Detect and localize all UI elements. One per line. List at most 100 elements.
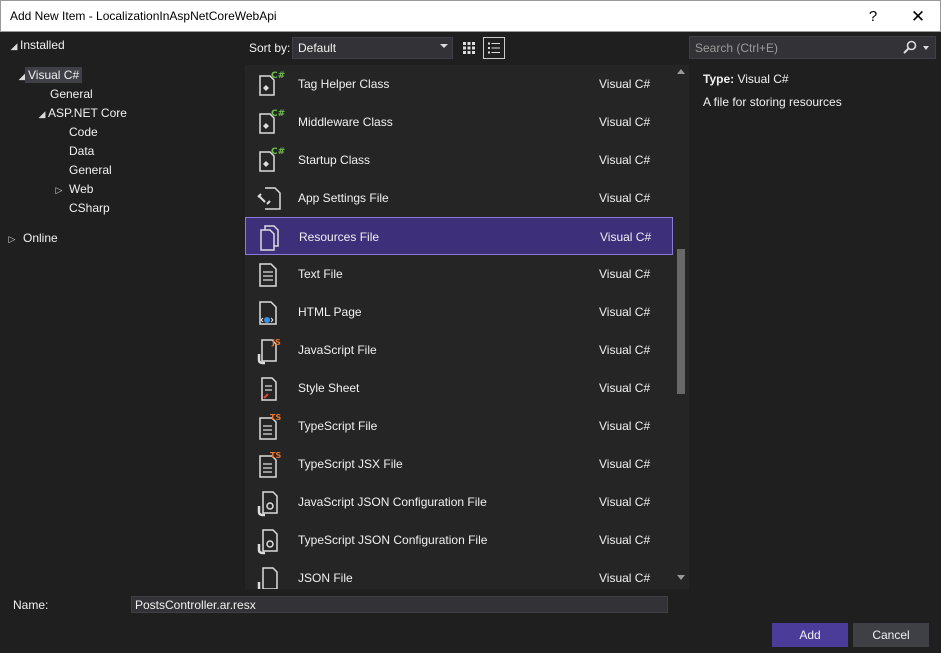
- item-language: Visual C#: [599, 381, 651, 395]
- item-language: Visual C#: [599, 77, 651, 91]
- item-name: Text File: [298, 267, 343, 281]
- item-language: Visual C#: [599, 305, 651, 319]
- chevron-down-icon: [440, 44, 448, 48]
- tree-item-code[interactable]: Code: [69, 123, 98, 142]
- search-input[interactable]: Search (Ctrl+E): [689, 36, 936, 59]
- grid-view-icon: [463, 42, 475, 54]
- item-name: HTML Page: [298, 305, 362, 319]
- list-scrollbar[interactable]: [673, 65, 689, 589]
- item-language: Visual C#: [599, 267, 651, 281]
- sort-by-value: Default: [298, 41, 337, 55]
- scroll-down-arrow-icon[interactable]: [677, 575, 685, 580]
- item-name: Resources File: [299, 230, 380, 244]
- search-options-chevron-icon[interactable]: [923, 46, 929, 50]
- list-item[interactable]: JSON File Visual C#: [245, 559, 673, 589]
- item-language: Visual C#: [599, 343, 651, 357]
- cancel-button[interactable]: Cancel: [853, 623, 929, 647]
- list-view-button[interactable]: [483, 37, 505, 59]
- item-name: App Settings File: [298, 191, 389, 205]
- item-name: Startup Class: [298, 153, 371, 167]
- expanded-arrow-icon: ◢: [10, 41, 18, 51]
- item-language: Visual C#: [599, 495, 651, 509]
- help-button[interactable]: ?: [850, 1, 896, 32]
- list-item[interactable]: C# Startup Class Visual C#: [245, 141, 673, 179]
- item-name: Tag Helper Class: [298, 77, 390, 91]
- name-input[interactable]: PostsController.ar.resx: [131, 596, 668, 613]
- list-item[interactable]: Text File Visual C#: [245, 255, 673, 293]
- item-language: Visual C#: [600, 230, 652, 244]
- item-language: Visual C#: [599, 191, 651, 205]
- scrollbar-thumb[interactable]: [677, 249, 685, 394]
- stylesheet-icon: [255, 372, 285, 404]
- json-file-icon: [255, 562, 285, 589]
- html-file-icon: [255, 296, 285, 328]
- json-config-icon: [255, 524, 285, 556]
- scroll-up-arrow-icon[interactable]: [677, 69, 685, 74]
- csharp-class-icon: C#: [255, 68, 285, 100]
- list-item[interactable]: JS JavaScript File Visual C#: [245, 331, 673, 369]
- item-name: TypeScript JSX File: [298, 457, 403, 471]
- text-file-icon: [255, 258, 285, 290]
- tree-item-general[interactable]: General: [50, 85, 93, 104]
- template-list: C# Tag Helper Class Visual C# C# Middlew…: [245, 65, 689, 589]
- csharp-class-icon: C#: [255, 106, 285, 138]
- list-item[interactable]: Style Sheet Visual C#: [245, 369, 673, 407]
- collapsed-arrow-icon: ▷: [55, 185, 63, 195]
- close-button[interactable]: ✕: [895, 1, 941, 32]
- typescript-file-icon: TS: [255, 410, 285, 442]
- list-item[interactable]: TypeScript JSON Configuration File Visua…: [245, 521, 673, 559]
- svg-text:JS: JS: [271, 338, 281, 347]
- item-language: Visual C#: [599, 419, 651, 433]
- window-title: Add New Item - LocalizationInAspNetCoreW…: [10, 9, 277, 23]
- item-name: JSON File: [298, 571, 353, 585]
- list-item[interactable]: JavaScript JSON Configuration File Visua…: [245, 483, 673, 521]
- type-label: Type:: [703, 72, 735, 86]
- tree-item-general-sub[interactable]: General: [69, 161, 112, 180]
- settings-file-icon: [255, 182, 285, 214]
- tree-item-online[interactable]: ▷ Online: [6, 229, 58, 248]
- list-item[interactable]: C# Tag Helper Class Visual C#: [245, 65, 673, 103]
- type-row: Type: Visual C#: [703, 72, 842, 86]
- list-item[interactable]: App Settings File Visual C#: [245, 179, 673, 217]
- sort-by-dropdown[interactable]: Default: [292, 37, 453, 59]
- add-button[interactable]: Add: [772, 623, 848, 647]
- search-placeholder: Search (Ctrl+E): [695, 41, 779, 55]
- svg-text:TS: TS: [270, 451, 281, 460]
- list-item[interactable]: HTML Page Visual C#: [245, 293, 673, 331]
- grid-view-button[interactable]: [458, 37, 480, 59]
- item-name: TypeScript File: [298, 419, 378, 433]
- item-name: Style Sheet: [298, 381, 360, 395]
- tree-item-data[interactable]: Data: [69, 142, 94, 161]
- list-item[interactable]: C# Middleware Class Visual C#: [245, 103, 673, 141]
- tree-item-aspnet-core[interactable]: ◢ ASP.NET Core: [36, 104, 127, 123]
- expanded-arrow-icon: ◢: [38, 109, 46, 119]
- tree-item-csharp[interactable]: CSharp: [69, 199, 110, 218]
- item-language: Visual C#: [599, 153, 651, 167]
- svg-text:C#: C#: [271, 71, 285, 81]
- list-item[interactable]: TS TypeScript JSX File Visual C#: [245, 445, 673, 483]
- list-item-selected[interactable]: Resources File Visual C#: [245, 217, 673, 255]
- svg-text:TS: TS: [270, 413, 281, 422]
- javascript-file-icon: JS: [255, 334, 285, 366]
- item-description: A file for storing resources: [703, 95, 842, 109]
- item-name: Middleware Class: [298, 115, 393, 129]
- name-label: Name:: [13, 598, 49, 612]
- details-pane: Type: Visual C# A file for storing resou…: [703, 72, 842, 109]
- item-name: JavaScript File: [298, 343, 377, 357]
- tree-item-web[interactable]: ▷ Web: [53, 180, 94, 199]
- csharp-class-icon: C#: [255, 144, 285, 176]
- item-language: Visual C#: [599, 457, 651, 471]
- tree-item-installed[interactable]: ◢ Installed: [8, 36, 65, 55]
- tree-item-visual-csharp[interactable]: ◢ Visual C#: [16, 66, 83, 85]
- list-item[interactable]: TS TypeScript File Visual C#: [245, 407, 673, 445]
- typescript-jsx-icon: TS: [255, 448, 285, 480]
- list-view-icon: [488, 42, 500, 54]
- json-config-icon: [255, 486, 285, 518]
- collapsed-arrow-icon: ▷: [8, 234, 16, 244]
- resources-file-icon: [256, 221, 286, 253]
- item-name: JavaScript JSON Configuration File: [298, 495, 487, 509]
- sort-by-label: Sort by:: [249, 41, 291, 55]
- item-language: Visual C#: [599, 571, 651, 585]
- item-language: Visual C#: [599, 533, 651, 547]
- search-icon[interactable]: [903, 40, 917, 57]
